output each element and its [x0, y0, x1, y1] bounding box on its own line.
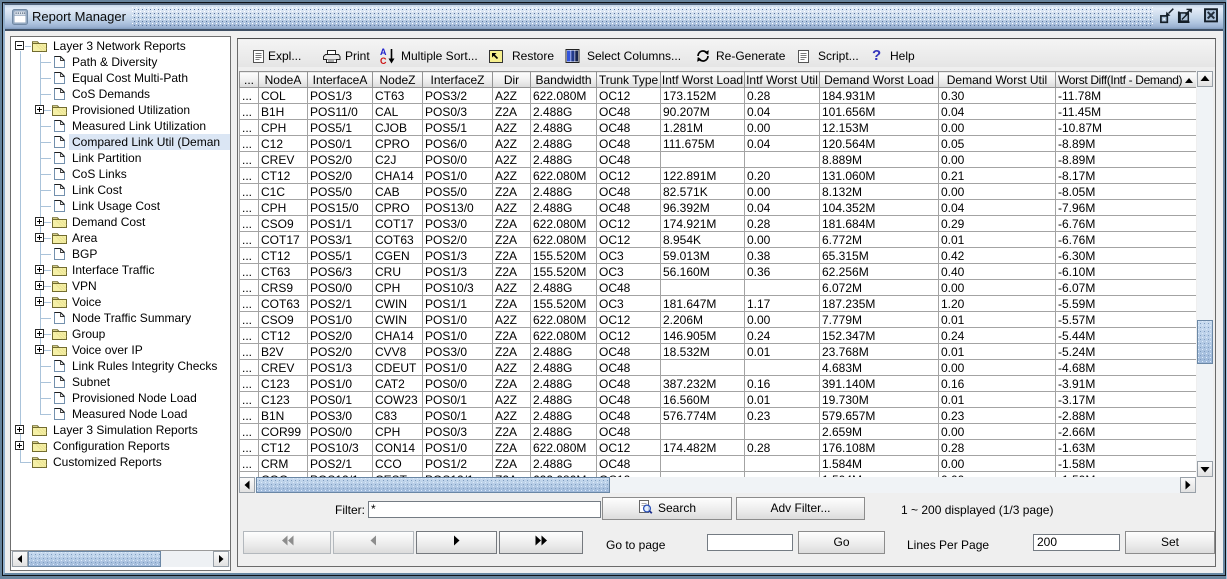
svg-text:C: C: [380, 56, 387, 66]
